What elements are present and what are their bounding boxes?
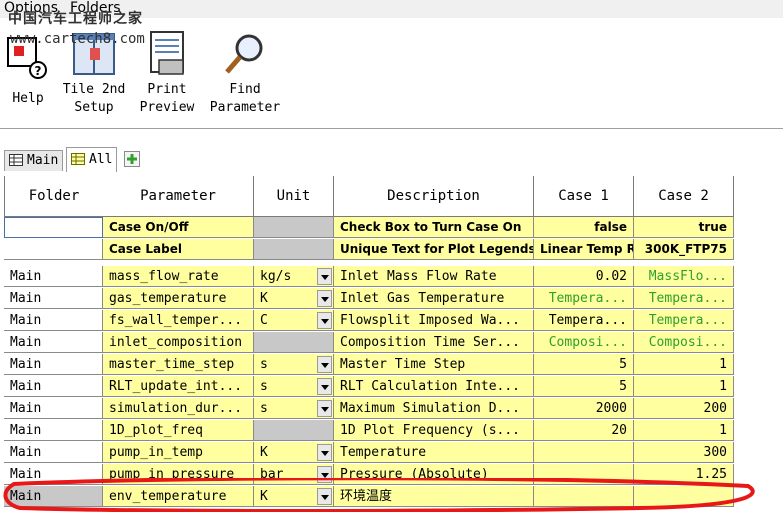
table-icon <box>71 153 85 165</box>
table-row-case1-cell[interactable]: Composi... <box>534 332 634 353</box>
magnifier-icon <box>225 34 263 74</box>
table-row-folder-cell: Main <box>4 310 103 331</box>
table-row-case2-cell[interactable]: 1 <box>634 354 734 375</box>
chevron-down-icon[interactable] <box>317 290 332 307</box>
folder-cell[interactable] <box>4 217 103 238</box>
table-row-unit-cell[interactable] <box>254 332 334 353</box>
table-row-case1-cell[interactable]: 2000 <box>534 398 634 419</box>
special-unit-cell <box>254 239 334 260</box>
red-annotation-ellipse <box>3 478 755 512</box>
watermark-url: www.cartech8.com <box>10 31 145 47</box>
table-row-folder-cell: Main <box>4 332 103 353</box>
header-description[interactable]: Description <box>334 176 534 217</box>
table-row-case2-cell[interactable]: MassFlo... <box>634 266 734 287</box>
tab-all-label: All <box>89 152 113 167</box>
table-icon <box>9 154 23 166</box>
folder-cell[interactable] <box>4 239 103 260</box>
print-preview-button[interactable]: Print Preview <box>136 30 198 117</box>
header-folder[interactable]: Folder <box>4 176 104 217</box>
table-row-folder-cell: Main <box>4 288 103 309</box>
table-row-description-cell[interactable]: Composition Time Ser... <box>334 332 534 353</box>
table-row-description-cell[interactable]: RLT Calculation Inte... <box>334 376 534 397</box>
table-row-case1-cell[interactable]: Tempera... <box>534 288 634 309</box>
tile-label-2: Setup <box>74 100 114 115</box>
table-row-parameter-cell[interactable]: pump_in_temp <box>103 442 254 463</box>
table-row-case1-cell[interactable] <box>534 442 634 463</box>
table-row-description-cell[interactable]: Inlet Gas Temperature <box>334 288 534 309</box>
table-row-folder-cell: Main <box>4 354 103 375</box>
find-label-1: Find <box>229 82 261 97</box>
table-row-folder-cell: Main <box>4 442 103 463</box>
tile-label-1: Tile 2nd <box>62 82 126 97</box>
table-row-case2-cell[interactable]: 300 <box>634 442 734 463</box>
special-case1-cell[interactable]: false <box>534 217 634 238</box>
chevron-down-icon[interactable] <box>317 400 332 417</box>
chevron-down-icon[interactable] <box>317 444 332 461</box>
chevron-down-icon[interactable] <box>317 356 332 373</box>
print-preview-icon <box>150 31 184 75</box>
tab-main[interactable]: Main <box>4 150 64 171</box>
special-unit-cell <box>254 217 334 238</box>
svg-text:?: ? <box>35 64 42 78</box>
header-parameter[interactable]: Parameter <box>103 176 254 217</box>
table-row-folder-cell: Main <box>4 266 103 287</box>
table-row-case1-cell[interactable]: 5 <box>534 376 634 397</box>
add-tab-button[interactable] <box>124 151 140 167</box>
chevron-down-icon[interactable] <box>317 378 332 395</box>
special-description-cell[interactable]: Check Box to Turn Case On <box>334 217 534 238</box>
table-row-parameter-cell[interactable]: fs_wall_temper... <box>103 310 254 331</box>
tab-all[interactable]: All <box>66 147 118 172</box>
help-label: Help <box>12 91 44 106</box>
table-row-parameter-cell[interactable]: RLT_update_int... <box>103 376 254 397</box>
special-parameter-cell[interactable]: Case Label <box>103 239 254 260</box>
table-row-case2-cell[interactable]: 1 <box>634 376 734 397</box>
table-row-parameter-cell[interactable]: mass_flow_rate <box>103 266 254 287</box>
table-row-description-cell[interactable]: Temperature <box>334 442 534 463</box>
table-row-parameter-cell[interactable]: 1D_plot_freq <box>103 420 254 441</box>
special-case2-cell[interactable]: 300K_FTP75 <box>634 239 734 260</box>
table-row-description-cell[interactable]: Flowsplit Imposed Wa... <box>334 310 534 331</box>
chevron-down-icon[interactable] <box>317 312 332 329</box>
table-row-folder-cell: Main <box>4 398 103 419</box>
table-row-case1-cell[interactable]: 0.02 <box>534 266 634 287</box>
special-case2-cell[interactable]: true <box>634 217 734 238</box>
special-parameter-cell[interactable]: Case On/Off <box>103 217 254 238</box>
print-label-2: Preview <box>139 100 195 115</box>
header-unit[interactable]: Unit <box>254 176 334 217</box>
table-row-case1-cell[interactable]: Tempera... <box>534 310 634 331</box>
table-row-case1-cell[interactable]: 20 <box>534 420 634 441</box>
table-row-parameter-cell[interactable]: simulation_dur... <box>103 398 254 419</box>
print-label-1: Print <box>147 82 187 97</box>
table-row-description-cell[interactable]: Inlet Mass Flow Rate <box>334 266 534 287</box>
table-row-folder-cell: Main <box>4 376 103 397</box>
table-row-case2-cell[interactable]: 1 <box>634 420 734 441</box>
table-row-parameter-cell[interactable]: inlet_composition <box>103 332 254 353</box>
table-row-description-cell[interactable]: Master Time Step <box>334 354 534 375</box>
plus-icon <box>127 154 137 164</box>
special-case1-cell[interactable]: Linear Temp R... <box>534 239 634 260</box>
table-row-case1-cell[interactable]: 5 <box>534 354 634 375</box>
watermark-title: 中国汽车工程师之家 <box>8 11 143 27</box>
find-label-2: Parameter <box>209 100 281 115</box>
tab-main-label: Main <box>27 153 59 168</box>
table-row-case2-cell[interactable]: Tempera... <box>634 310 734 331</box>
header-case1[interactable]: Case 1 <box>534 176 634 217</box>
table-row-parameter-cell[interactable]: gas_temperature <box>103 288 254 309</box>
chevron-down-icon[interactable] <box>317 268 332 285</box>
find-parameter-button[interactable]: Find Parameter <box>206 30 284 117</box>
table-row-description-cell[interactable]: 1D Plot Frequency (s... <box>334 420 534 441</box>
table-row-unit-cell[interactable] <box>254 420 334 441</box>
special-description-cell[interactable]: Unique Text for Plot Legends <box>334 239 534 260</box>
header-case2[interactable]: Case 2 <box>634 176 734 217</box>
table-row-case2-cell[interactable]: 200 <box>634 398 734 419</box>
table-row-parameter-cell[interactable]: master_time_step <box>103 354 254 375</box>
table-row-case2-cell[interactable]: Composi... <box>634 332 734 353</box>
table-row-description-cell[interactable]: Maximum Simulation D... <box>334 398 534 419</box>
table-row-folder-cell: Main <box>4 420 103 441</box>
table-row-case2-cell[interactable]: Tempera... <box>634 288 734 309</box>
